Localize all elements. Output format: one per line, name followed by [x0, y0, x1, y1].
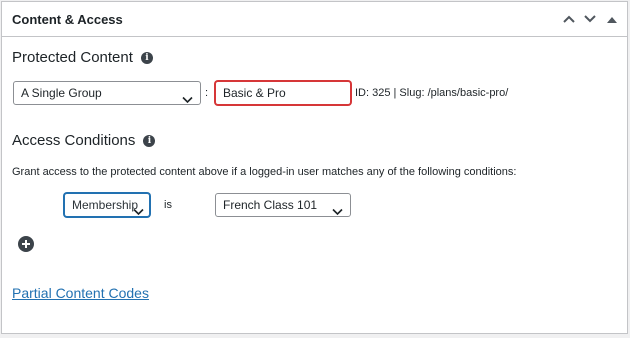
chevron-down-icon: [182, 89, 193, 104]
plus-circle-icon[interactable]: [18, 236, 34, 252]
condition-operator: is: [164, 199, 172, 211]
info-icon[interactable]: i: [140, 52, 153, 64]
triangle-up-icon[interactable]: [602, 9, 622, 29]
access-conditions-heading: Access Conditions i: [12, 131, 156, 151]
group-meta-info: ID: 325 | Slug: /plans/basic-pro/: [355, 87, 509, 99]
condition-value-select-value: French Class 101: [223, 198, 318, 212]
chevron-down-icon: [133, 201, 144, 216]
chevron-down-icon[interactable]: [580, 9, 600, 29]
separator: :: [205, 87, 209, 99]
access-conditions-description: Grant access to the protected content ab…: [12, 166, 517, 178]
group-name-input[interactable]: Basic & Pro: [215, 81, 351, 105]
content-access-panel: Content & Access Protected Content i A S…: [1, 1, 628, 334]
protected-content-heading: Protected Content i: [12, 48, 153, 68]
panel-title: Content & Access: [12, 12, 123, 27]
content-type-select[interactable]: A Single Group: [13, 81, 201, 105]
protected-content-title: Protected Content: [12, 49, 133, 66]
chevron-down-icon: [332, 201, 343, 216]
panel-header: Content & Access: [2, 2, 627, 37]
info-icon[interactable]: i: [143, 135, 156, 147]
condition-field-select-value: Membership: [72, 198, 139, 212]
access-conditions-title: Access Conditions: [12, 132, 136, 149]
chevron-up-icon[interactable]: [559, 9, 579, 29]
condition-field-select[interactable]: Membership: [64, 193, 150, 217]
partial-content-codes-link[interactable]: Partial Content Codes: [12, 284, 149, 302]
content-type-select-value: A Single Group: [21, 86, 102, 100]
group-name-input-value: Basic & Pro: [223, 86, 286, 100]
condition-value-select[interactable]: French Class 101: [215, 193, 351, 217]
